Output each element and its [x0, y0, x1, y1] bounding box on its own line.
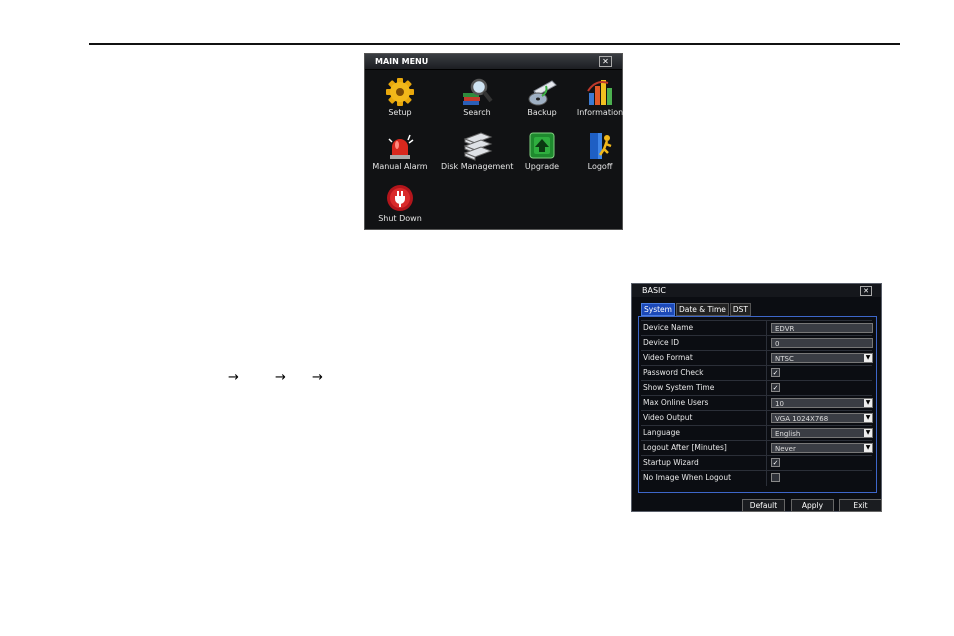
close-icon[interactable]: ✕: [860, 286, 872, 296]
apply-button[interactable]: Apply: [791, 499, 834, 512]
logout-after-label: Logout After [Minutes]: [643, 443, 727, 452]
main-menu-titlebar: MAIN MENU ✕: [365, 54, 622, 70]
upgrade-arrow-icon: [526, 131, 558, 161]
power-plug-icon: [384, 183, 416, 213]
video-format-select[interactable]: NTSC ▼: [771, 353, 873, 363]
video-output-value: VGA 1024X768: [775, 415, 829, 423]
chevron-down-icon[interactable]: ▼: [864, 414, 872, 422]
bar-chart-icon: [584, 77, 616, 107]
basic-title: BASIC: [642, 286, 666, 295]
header-rule: [89, 43, 900, 45]
video-format-label: Video Format: [643, 353, 693, 362]
max-online-users-value: 10: [775, 400, 784, 408]
menu-item-label: Search: [463, 108, 491, 117]
menu-item-label: Information: [576, 108, 624, 117]
menu-item-shut-down[interactable]: Shut Down: [364, 183, 436, 223]
row-no-image-when-logout: No Image When Logout: [641, 470, 872, 486]
menu-item-manual-alarm[interactable]: Manual Alarm: [364, 131, 436, 171]
row-password-check: Password Check ✓: [641, 365, 872, 381]
menu-item-label: Logoff: [587, 162, 613, 171]
row-startup-wizard: Startup Wizard ✓: [641, 455, 872, 471]
hard-disk-icon: [461, 131, 493, 161]
device-name-label: Device Name: [643, 323, 694, 332]
basic-titlebar: BASIC ✕: [632, 284, 881, 297]
alarm-siren-icon: [384, 131, 416, 161]
magnifier-icon: [461, 77, 493, 107]
show-system-time-checkbox[interactable]: ✓: [771, 383, 780, 392]
close-icon[interactable]: ✕: [599, 56, 612, 67]
video-output-label: Video Output: [643, 413, 693, 422]
startup-wizard-label: Startup Wizard: [643, 458, 699, 467]
row-video-output: Video Output VGA 1024X768 ▼: [641, 410, 873, 426]
disc-backup-icon: [526, 77, 558, 107]
chevron-down-icon[interactable]: ▼: [864, 399, 872, 407]
menu-item-disk-management[interactable]: Disk Management: [441, 131, 513, 171]
main-menu-title: MAIN MENU: [375, 57, 429, 66]
basic-settings-window: BASIC ✕ System Date & Time DST Device Na…: [631, 283, 882, 512]
default-button[interactable]: Default: [742, 499, 785, 512]
gear-icon: [384, 77, 416, 107]
menu-item-label: Manual Alarm: [372, 162, 428, 171]
menu-item-search[interactable]: Search: [441, 77, 513, 117]
show-system-time-label: Show System Time: [643, 383, 715, 392]
device-id-label: Device ID: [643, 338, 680, 347]
main-menu-window: MAIN MENU ✕ Setup Search Backup Informat…: [364, 53, 623, 230]
menu-item-label: Setup: [388, 108, 412, 117]
tab-system[interactable]: System: [641, 303, 675, 316]
row-show-system-time: Show System Time ✓: [641, 380, 872, 396]
language-select[interactable]: English ▼: [771, 428, 873, 438]
no-image-when-logout-checkbox[interactable]: [771, 473, 780, 482]
language-value: English: [775, 430, 801, 438]
video-output-select[interactable]: VGA 1024X768 ▼: [771, 413, 873, 423]
device-name-field[interactable]: EDVR: [771, 323, 873, 333]
system-settings-panel: Device Name EDVR Device ID 0 Video Forma…: [638, 316, 877, 493]
row-max-online-users: Max Online Users 10 ▼: [641, 395, 873, 411]
language-label: Language: [643, 428, 681, 437]
password-check-label: Password Check: [643, 368, 704, 377]
chevron-down-icon[interactable]: ▼: [864, 429, 872, 437]
video-format-value: NTSC: [775, 355, 794, 363]
arrow-1: →: [228, 370, 239, 385]
logout-after-value: Never: [775, 445, 796, 453]
row-device-id: Device ID 0: [641, 335, 873, 351]
device-id-field[interactable]: 0: [771, 338, 873, 348]
menu-item-logoff[interactable]: Logoff: [564, 131, 636, 171]
row-language: Language English ▼: [641, 425, 873, 441]
logoff-door-icon: [584, 131, 616, 161]
no-image-when-logout-label: No Image When Logout: [643, 473, 732, 482]
logout-after-select[interactable]: Never ▼: [771, 443, 873, 453]
row-logout-after: Logout After [Minutes] Never ▼: [641, 440, 873, 456]
menu-item-information[interactable]: Information: [564, 77, 636, 117]
row-device-name: Device Name EDVR: [641, 320, 873, 336]
chevron-down-icon[interactable]: ▼: [864, 354, 872, 362]
arrow-2: →: [275, 370, 286, 385]
max-online-users-label: Max Online Users: [643, 398, 709, 407]
arrow-3: →: [312, 370, 323, 385]
tab-date-time[interactable]: Date & Time: [675, 303, 729, 316]
menu-item-setup[interactable]: Setup: [364, 77, 436, 117]
startup-wizard-checkbox[interactable]: ✓: [771, 458, 780, 467]
password-check-checkbox[interactable]: ✓: [771, 368, 780, 377]
exit-button[interactable]: Exit: [839, 499, 882, 512]
tab-bar: System Date & Time DST: [641, 303, 752, 316]
menu-item-label: Disk Management: [441, 162, 514, 171]
max-online-users-select[interactable]: 10 ▼: [771, 398, 873, 408]
menu-item-label: Shut Down: [378, 214, 422, 223]
tab-dst[interactable]: DST: [729, 303, 751, 316]
chevron-down-icon[interactable]: ▼: [864, 444, 872, 452]
row-video-format: Video Format NTSC ▼: [641, 350, 873, 366]
